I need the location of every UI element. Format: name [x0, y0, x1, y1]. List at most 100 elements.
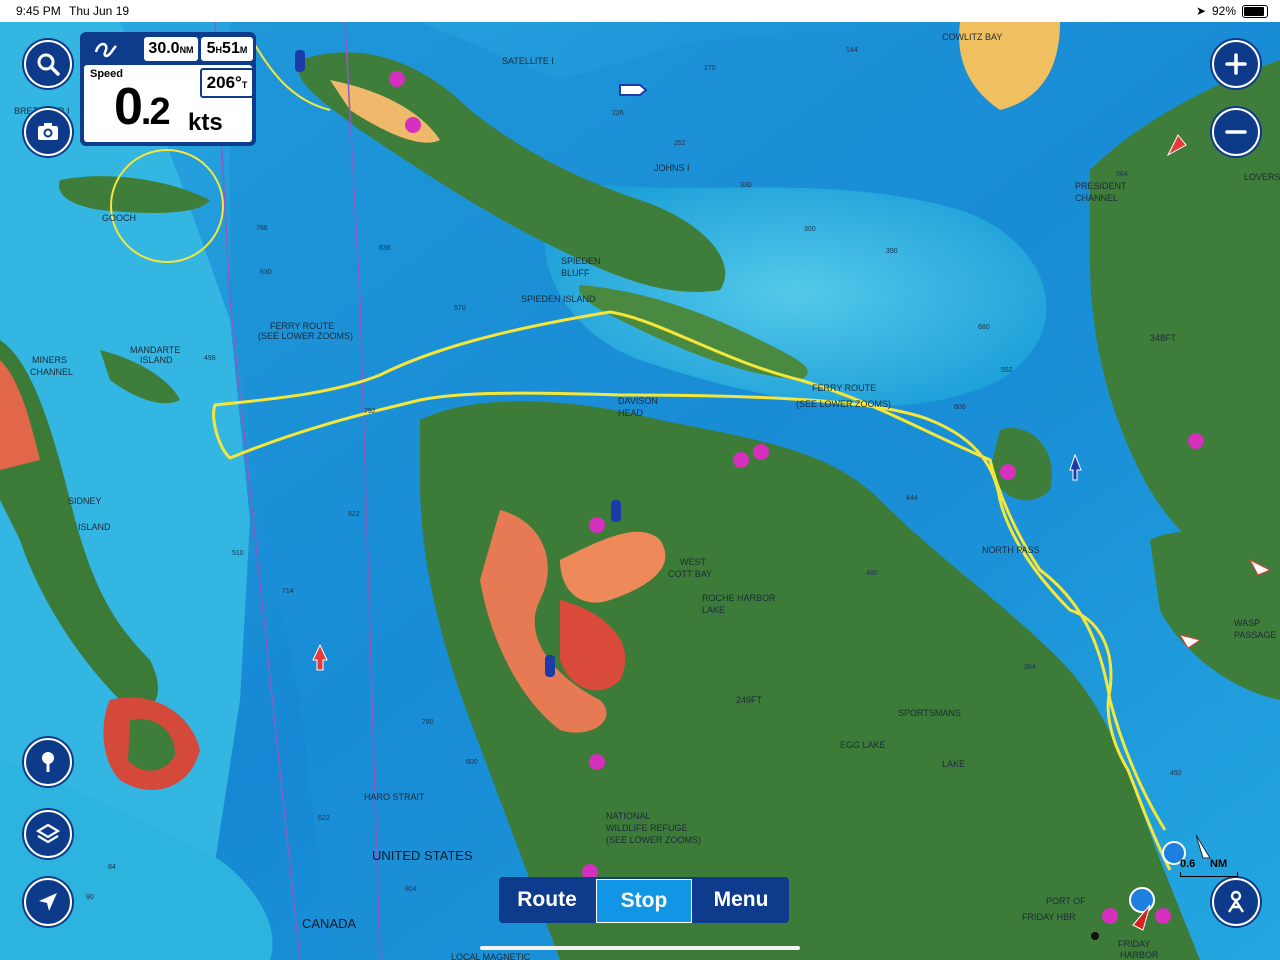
pin-icon: [42, 752, 54, 772]
trip-data-panel[interactable]: 30.0NM 5H51M Speed 0.2 kts 206°T: [80, 32, 256, 146]
nautical-chart-map[interactable]: COWLITZ BAY SATELLITE I JOHNS I PRESIDENT CH…: [0, 22, 1280, 960]
plus-icon: [1225, 53, 1247, 75]
scale-value: 0.6: [1180, 858, 1196, 870]
map-label: CANADA: [302, 916, 357, 931]
map-label: SATELLITE I: [502, 56, 554, 66]
pin-button[interactable]: [24, 738, 72, 786]
buoy-marker[interactable]: [611, 500, 621, 522]
depth-sounding: 714: [282, 588, 294, 595]
layers-button[interactable]: [24, 810, 72, 858]
map-label: DAVISON: [618, 396, 658, 406]
depth-sounding: 300: [804, 226, 816, 233]
depth-sounding: 570: [454, 305, 466, 312]
map-label: SPIEDEN ISLAND: [521, 294, 596, 304]
depth-sounding: 792: [364, 408, 376, 415]
anchorage-marker[interactable]: [1102, 908, 1118, 924]
ferry-arrow-icon: [619, 84, 648, 96]
map-label: 348FT: [1150, 333, 1177, 343]
waypoint-pin[interactable]: [1129, 887, 1155, 913]
map-label: HARO STRAIT: [364, 792, 425, 802]
map-label: (SEE LOWER ZOOMS): [258, 331, 353, 341]
map-label: MANDARTE: [130, 345, 180, 355]
map-label: CHANNEL: [30, 367, 73, 377]
depth-sounding: 498: [204, 355, 216, 362]
depth-sounding: 384: [1024, 664, 1036, 671]
map-label: WEST: [680, 557, 707, 567]
map-label: COTT BAY: [668, 569, 712, 579]
harbor-dot: [1091, 932, 1099, 940]
depth-sounding: 606: [954, 404, 966, 411]
map-label: COWLITZ BAY: [942, 32, 1002, 42]
map-label: NATIONAL: [606, 811, 650, 821]
anchorage-marker[interactable]: [733, 452, 749, 468]
depth-sounding: 270: [704, 65, 716, 72]
tab-route[interactable]: Route: [500, 879, 594, 921]
depth-sounding: 622: [318, 815, 330, 822]
map-label: 249FT: [736, 695, 763, 705]
map-label: HEAD: [618, 408, 644, 418]
map-label: EGG LAKE: [840, 740, 886, 750]
heading-readout: 206°T: [200, 68, 254, 98]
track-squiggle-icon: [88, 36, 128, 60]
speed-value: 0.2: [114, 78, 171, 136]
distance-readout: 30.0NM: [144, 37, 198, 61]
map-label: PASSAGE: [1234, 630, 1276, 640]
anchorage-marker[interactable]: [589, 517, 605, 533]
locate-button[interactable]: [24, 878, 72, 926]
anchorage-marker[interactable]: [405, 117, 421, 133]
status-bar: 9:45 PM Thu Jun 19 ➤ 92%: [0, 0, 1280, 22]
depth-sounding: 822: [348, 511, 360, 518]
home-indicator[interactable]: [480, 946, 800, 950]
depth-sounding: 780: [422, 719, 434, 726]
bottom-tab-bar: Route Stop Menu: [499, 877, 789, 923]
map-label: LAKE: [702, 605, 725, 615]
map-label: (SEE LOWER ZOOMS): [796, 399, 891, 409]
map-label: JOHNS I: [654, 163, 690, 173]
map-label: HARBOR: [1120, 950, 1159, 960]
depth-sounding: 144: [846, 47, 858, 54]
zoom-in-button[interactable]: [1212, 40, 1260, 88]
camera-icon: [38, 123, 58, 140]
anchorage-marker[interactable]: [1188, 433, 1204, 449]
buoy-marker[interactable]: [545, 655, 555, 677]
anchorage-marker[interactable]: [589, 754, 605, 770]
map-label: BLUFF: [561, 268, 590, 278]
anchorage-marker[interactable]: [753, 444, 769, 460]
depth-sounding: 390: [886, 248, 898, 255]
depth-sounding: 786: [256, 225, 268, 232]
camera-button[interactable]: [24, 108, 72, 156]
anchorage-marker[interactable]: [389, 71, 405, 87]
map-label: (SEE LOWER ZOOMS): [606, 835, 701, 845]
depth-sounding: 564: [1116, 171, 1128, 178]
map-label: FRIDAY HBR: [1022, 912, 1076, 922]
depth-sounding: 552: [1001, 367, 1013, 374]
depth-sounding: 510: [232, 550, 244, 557]
anchorage-marker[interactable]: [1155, 908, 1171, 924]
depth-sounding: 600: [466, 759, 478, 766]
status-time: 9:45 PM: [16, 4, 61, 18]
search-icon: [37, 53, 60, 76]
map-label: PRESIDENT: [1075, 181, 1127, 191]
location-arrow-icon: [39, 893, 57, 911]
depth-sounding: 226: [612, 110, 624, 117]
account-button[interactable]: [1212, 878, 1260, 926]
tab-menu[interactable]: Menu: [694, 879, 788, 921]
buoy-marker[interactable]: [295, 50, 305, 72]
map-label: MINERS: [32, 355, 67, 365]
tab-stop[interactable]: Stop: [596, 879, 692, 923]
depth-sounding: 804: [405, 886, 417, 893]
zoom-out-button[interactable]: [1212, 108, 1260, 156]
depth-sounding: 90: [86, 894, 94, 901]
person-icon: [1227, 890, 1245, 913]
battery-icon: [1242, 5, 1268, 18]
map-label: GOOCH: [102, 213, 136, 223]
depth-sounding: 252: [674, 140, 686, 147]
map-label: LAKE: [942, 759, 965, 769]
map-label: ISLAND: [78, 522, 111, 532]
speed-unit: kts: [188, 109, 223, 136]
status-date: Thu Jun 19: [69, 4, 130, 18]
map-label: UNITED STATES: [372, 848, 473, 863]
anchorage-marker[interactable]: [1000, 464, 1016, 480]
search-button[interactable]: [24, 40, 72, 88]
map-label: WILDLIFE REFUGE: [606, 823, 688, 833]
